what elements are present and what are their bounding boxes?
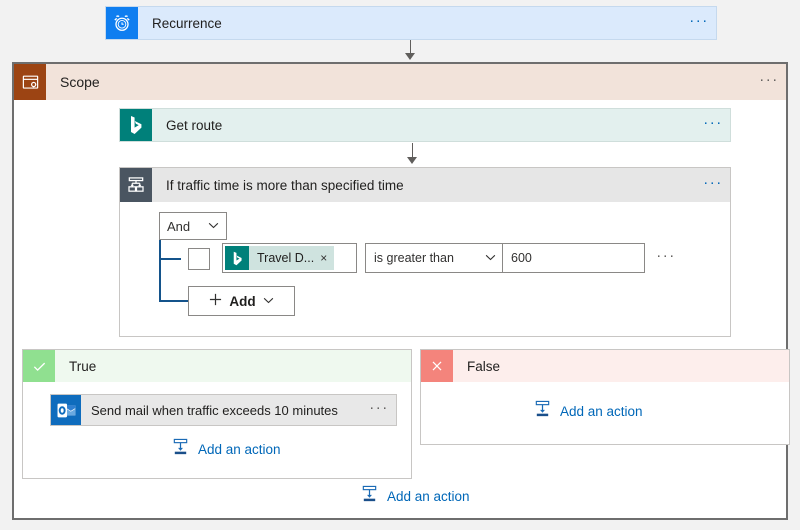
- bing-maps-icon: [120, 109, 152, 141]
- add-condition-button[interactable]: Add: [188, 286, 295, 316]
- condition-value-text: 600: [511, 251, 532, 265]
- scope-header[interactable]: Scope ···: [14, 64, 786, 100]
- chevron-down-icon: [485, 252, 496, 264]
- connector-arrowhead-trigger: [405, 53, 415, 60]
- condition-body: And Travel D... ×: [120, 202, 730, 337]
- token-remove-icon[interactable]: ×: [320, 251, 334, 265]
- travel-duration-token[interactable]: Travel D... ×: [225, 246, 334, 270]
- true-branch-header: True: [23, 350, 411, 382]
- false-branch-container: False Add an action: [420, 349, 790, 445]
- condition-value-input[interactable]: 600: [502, 243, 645, 273]
- condition-operator-select[interactable]: is greater than: [365, 243, 505, 273]
- scope-container: Scope ··· Get route ··· If: [12, 62, 788, 520]
- close-icon: [421, 350, 453, 382]
- condition-row-checkbox[interactable]: [188, 248, 210, 270]
- add-action-false-branch[interactable]: Add an action: [533, 400, 643, 422]
- condition-title: If traffic time is more than specified t…: [152, 168, 696, 202]
- recurrence-more-button[interactable]: ···: [682, 7, 716, 39]
- bing-maps-icon: [225, 246, 249, 270]
- get-route-title: Get route: [152, 109, 696, 141]
- condition-operator-value: is greater than: [374, 251, 454, 265]
- true-branch-label: True: [55, 350, 96, 382]
- add-condition-label: Add: [229, 294, 255, 309]
- condition-rail-vertical: [159, 240, 161, 302]
- scope-more-button[interactable]: ···: [752, 64, 786, 100]
- scope-icon: [14, 64, 46, 100]
- add-step-icon: [533, 400, 552, 422]
- scope-title: Scope: [46, 64, 752, 100]
- send-mail-action-card[interactable]: Send mail when traffic exceeds 10 minute…: [50, 394, 397, 426]
- chevron-down-icon: [263, 295, 274, 307]
- outlook-icon: [51, 395, 81, 425]
- recurrence-trigger-card[interactable]: Recurrence ···: [105, 6, 717, 40]
- condition-left-operand-field[interactable]: Travel D... ×: [222, 243, 357, 273]
- recurrence-title: Recurrence: [138, 7, 682, 39]
- add-step-icon: [360, 485, 379, 507]
- false-branch-header: False: [421, 350, 789, 382]
- add-action-scope-label: Add an action: [387, 489, 470, 504]
- chevron-down-icon: [208, 220, 219, 232]
- connector-arrowhead-condition: [407, 157, 417, 164]
- check-icon: [23, 350, 55, 382]
- condition-block: If traffic time is more than specified t…: [119, 167, 731, 337]
- true-branch-container: True Send mail when traffic exceeds 10 m…: [22, 349, 412, 479]
- token-label: Travel D...: [249, 251, 320, 265]
- logic-operator-select[interactable]: And: [159, 212, 227, 240]
- plus-icon: [209, 293, 222, 309]
- add-action-false-label: Add an action: [560, 404, 643, 419]
- condition-row-more-button[interactable]: ···: [654, 246, 678, 270]
- condition-icon: [120, 168, 152, 202]
- get-route-more-button[interactable]: ···: [696, 109, 730, 141]
- condition-header[interactable]: If traffic time is more than specified t…: [120, 168, 730, 202]
- add-action-true-label: Add an action: [198, 442, 281, 457]
- send-mail-title: Send mail when traffic exceeds 10 minute…: [81, 395, 362, 425]
- condition-more-button[interactable]: ···: [696, 168, 730, 202]
- add-action-true-branch[interactable]: Add an action: [171, 438, 281, 460]
- logic-operator-value: And: [167, 219, 190, 234]
- get-route-action-card[interactable]: Get route ···: [119, 108, 731, 142]
- add-action-scope[interactable]: Add an action: [360, 485, 470, 507]
- send-mail-more-button[interactable]: ···: [362, 395, 396, 425]
- false-branch-label: False: [453, 350, 500, 382]
- alarm-clock-icon: [106, 7, 138, 39]
- condition-rail-add-stub: [159, 300, 188, 302]
- condition-rail-row-stub: [159, 258, 181, 260]
- add-step-icon: [171, 438, 190, 460]
